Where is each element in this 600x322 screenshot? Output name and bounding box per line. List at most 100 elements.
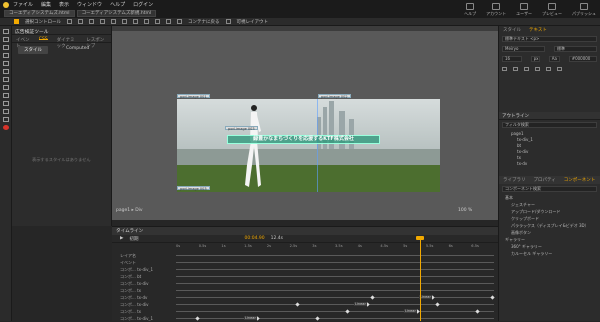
text-tool-icon[interactable]	[3, 61, 9, 66]
line-height[interactable]: Aa	[548, 56, 560, 62]
tab-component[interactable]: コンポーネント	[564, 177, 596, 183]
menu-file[interactable]: ファイル	[13, 1, 33, 8]
bold-icon[interactable]	[546, 67, 551, 71]
account-button[interactable]: アカウント	[486, 3, 506, 17]
user-button[interactable]: ユーザー	[516, 3, 532, 17]
div-tool-icon[interactable]	[3, 53, 9, 58]
element-tag[interactable]: pod-image 002	[318, 94, 351, 99]
component-item[interactable]: アップロード/ダウンロード	[499, 208, 600, 215]
layout-checkbox[interactable]	[225, 19, 231, 24]
select-tool-icon[interactable]	[3, 29, 9, 34]
align-top-icon[interactable]	[100, 19, 105, 24]
tab-dynamic[interactable]: ダイナミック	[57, 37, 78, 49]
keyframe[interactable]	[490, 295, 495, 300]
timeline-row[interactable]: コンポ... tx Linear	[112, 308, 498, 315]
element-tag[interactable]: pod-image 001	[177, 94, 210, 99]
subtab-computed[interactable]: Computed	[66, 46, 89, 54]
hand-tool-icon[interactable]	[3, 93, 9, 98]
timeline-row[interactable]: コンポ... bt	[112, 273, 498, 280]
tab-text[interactable]: テキスト	[529, 27, 547, 33]
keyframe[interactable]	[475, 309, 480, 314]
element-tag[interactable]: pod-image 003	[225, 126, 258, 131]
menu-view[interactable]: 表示	[59, 1, 69, 8]
tab-library[interactable]: ライブラリ	[503, 177, 526, 183]
keyframe[interactable]	[315, 316, 320, 321]
distribute-v-icon[interactable]	[144, 19, 149, 24]
snap-checkbox[interactable]	[14, 19, 19, 24]
component-item[interactable]: ジェスチャー	[499, 201, 600, 208]
component-item[interactable]: 360° ギャラリー	[499, 243, 600, 250]
component-item[interactable]: パララックス（ディスプレイ&ビデオ 3D）	[499, 222, 600, 229]
current-time[interactable]: 00:04.90	[244, 236, 264, 241]
tab-style[interactable]: スタイル	[503, 27, 521, 33]
timeline-row[interactable]: コンポ... tx-div_1	[112, 266, 498, 273]
playhead[interactable]	[420, 236, 421, 321]
font-size-input[interactable]: 16	[502, 56, 522, 62]
tab-event[interactable]: イベント	[16, 37, 30, 49]
line-tool-icon[interactable]	[3, 85, 9, 90]
keyframe[interactable]	[435, 302, 440, 307]
tab-property[interactable]: プロパティ	[534, 177, 556, 183]
timeline-row[interactable]: コンポ... tx	[112, 287, 498, 294]
font-unit[interactable]: px	[530, 56, 540, 62]
artboard[interactable]	[177, 99, 440, 192]
component-item[interactable]: カルーセル ギャラリー	[499, 250, 600, 257]
play-icon[interactable]: ▶	[120, 236, 123, 241]
align-left-text-icon[interactable]	[502, 67, 507, 71]
timeline-row[interactable]: コンポ... tx-dv Linear	[112, 294, 498, 301]
help-button[interactable]: ヘルプ	[464, 3, 476, 17]
justify-text-icon[interactable]	[535, 67, 540, 71]
align-center-text-icon[interactable]	[513, 67, 518, 71]
direct-select-tool-icon[interactable]	[3, 37, 9, 42]
timeline-row[interactable]: コンポ... tx-div Linear	[112, 301, 498, 308]
keyframe[interactable]	[195, 316, 200, 321]
font-family-select[interactable]: Meiryo	[502, 46, 545, 52]
banner-text[interactable]: 緑豊かなまちづくりを応援するKTF株式会社	[227, 135, 380, 144]
zoom-tool-icon[interactable]	[3, 101, 9, 106]
align-bottom-icon[interactable]	[122, 19, 127, 24]
ruler-icon[interactable]	[166, 19, 171, 24]
element-tag[interactable]: pod-image 003	[177, 186, 210, 191]
menu-edit[interactable]: 編集	[41, 1, 51, 8]
zoom-level[interactable]: 100 %	[458, 208, 472, 213]
publish-button[interactable]: パブリッシュ	[572, 3, 596, 17]
preview-button[interactable]: プレビュー	[542, 3, 562, 17]
align-center-icon[interactable]	[78, 19, 83, 24]
tab-css[interactable]: CSS	[38, 37, 48, 42]
keyframe[interactable]	[345, 309, 350, 314]
timeline-label[interactable]: 初期	[129, 236, 138, 242]
timeline-row[interactable]: イベント	[112, 259, 498, 266]
menu-help[interactable]: ヘルプ	[110, 1, 125, 8]
menu-login[interactable]: ログイン	[133, 1, 153, 8]
component-search[interactable]: コンポーネント検索	[502, 186, 597, 192]
keyframe[interactable]	[370, 295, 375, 300]
transform-tool-icon[interactable]	[3, 117, 9, 122]
timeline-row[interactable]: レイア名	[112, 252, 498, 259]
shape-tool-icon[interactable]	[3, 77, 9, 82]
pen-tool-icon[interactable]	[3, 45, 9, 50]
image-tool-icon[interactable]	[3, 69, 9, 74]
color-input[interactable]: #000000	[568, 56, 597, 62]
container-checkbox[interactable]	[177, 19, 182, 24]
distribute-h-icon[interactable]	[133, 19, 138, 24]
component-item[interactable]: 基本	[499, 194, 600, 201]
italic-icon[interactable]	[557, 67, 562, 71]
text-style-select[interactable]: 標準テキスト <p>	[502, 36, 597, 42]
record-tool-icon[interactable]	[3, 125, 9, 130]
tab-responsive[interactable]: レスポンシブ	[86, 37, 107, 49]
align-middle-icon[interactable]	[111, 19, 116, 24]
menu-window[interactable]: ウィンドウ	[77, 1, 102, 8]
component-item[interactable]: ギャラリー	[499, 236, 600, 243]
timeline-row[interactable]: コンポ... tx-div	[112, 280, 498, 287]
grid-icon[interactable]	[155, 19, 160, 24]
page-breadcrumb[interactable]: page1 ▸ Div	[116, 208, 143, 213]
align-right-icon[interactable]	[89, 19, 94, 24]
align-left-icon[interactable]	[67, 19, 72, 24]
keyframe[interactable]	[295, 302, 300, 307]
component-item[interactable]: クリップボード	[499, 215, 600, 222]
subtab-style[interactable]: スタイル	[18, 46, 48, 54]
doc-tab-2[interactable]: コーエディアシステムズ新規.html	[76, 10, 157, 17]
doc-tab-1[interactable]: コーエディアシステムズ.html	[4, 10, 75, 17]
align-right-text-icon[interactable]	[524, 67, 529, 71]
font-weight-select[interactable]: 標準	[554, 46, 597, 52]
